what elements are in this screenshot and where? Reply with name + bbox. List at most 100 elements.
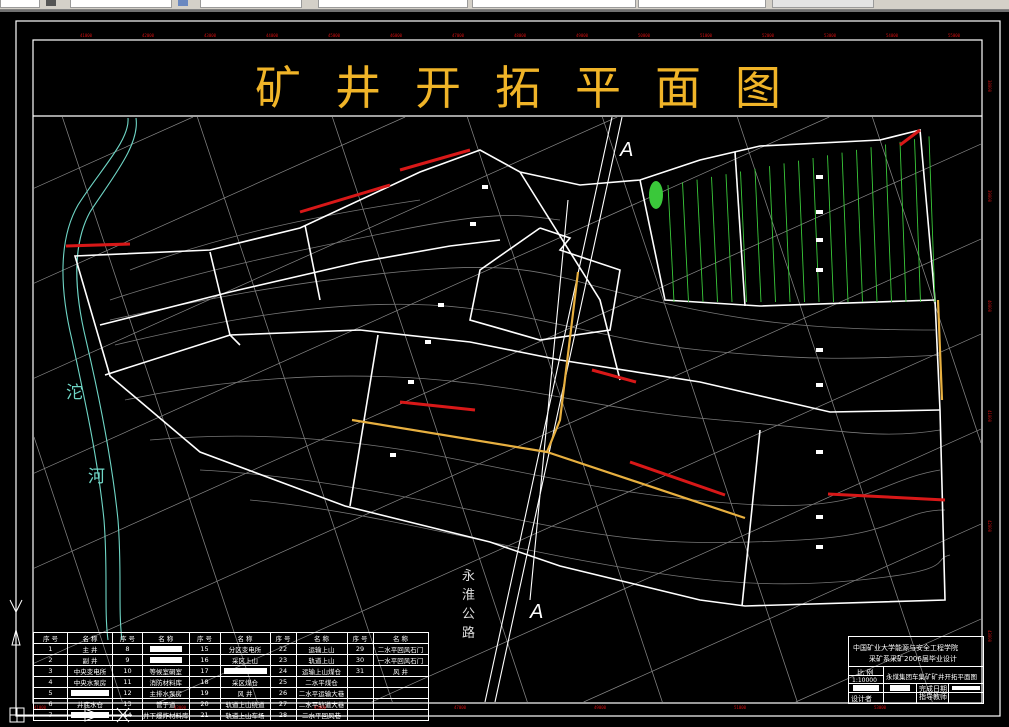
legend-header-no: 序 号: [189, 633, 220, 644]
legend-table: 序 号名 称序 号名 称序 号名 称序 号名 称序 号名 称1主 井815分区变…: [33, 632, 429, 721]
river-label: 沱: [66, 378, 83, 403]
legend-number: 27: [270, 699, 296, 710]
legend-header-name: 名 称: [296, 633, 347, 644]
coordinate-label: 49000: [594, 705, 606, 710]
legend-name-blank: [68, 710, 113, 721]
legend-number: 23: [270, 655, 296, 666]
green-block: [649, 181, 663, 209]
legend-name: 井底水仓: [68, 699, 113, 710]
panel-line: [755, 169, 761, 302]
legend-number: 4: [34, 677, 68, 688]
legend-name: 中央水泵房: [68, 677, 113, 688]
legend-number: 25: [270, 677, 296, 688]
section-mark-a-bottom: A: [530, 601, 543, 624]
panel-line: [857, 150, 863, 302]
grid-line: [62, 117, 257, 702]
title-block: 中国矿业大学能源与安全工程学院 采矿系采矿2006届毕业设计 比 例 1:100…: [848, 636, 984, 704]
linetype-dropdown[interactable]: [472, 0, 636, 8]
legend-row: 4中央水泵房11消防材料库18采区煤仓25二水平煤仓: [34, 677, 429, 688]
legend-name: 风 井: [220, 688, 270, 699]
legend-number: 7: [34, 710, 68, 721]
legend-row: 3中央变电所10等候室硐室1724运输上山煤仓31风 井: [34, 666, 429, 677]
plotstyle-dropdown[interactable]: [772, 0, 874, 8]
panel-line: [900, 142, 906, 302]
legend-name: 二水平煤仓: [296, 677, 347, 688]
grid-line: [332, 117, 527, 702]
coordinate-label: 43000: [174, 705, 186, 710]
panel-line: [929, 136, 935, 302]
coordinate-label: 50000: [638, 33, 650, 38]
legend-header-no: 序 号: [34, 633, 68, 644]
save-icon[interactable]: [46, 0, 56, 6]
legend-number: 19: [189, 688, 220, 699]
mining-panel-hatch: [668, 136, 935, 302]
legend-number: 10: [113, 666, 143, 677]
legend-number: [347, 710, 373, 721]
legend-name: [373, 677, 428, 688]
legend-header-name: 名 称: [68, 633, 113, 644]
layer-icon[interactable]: [178, 0, 188, 6]
lineweight-dropdown[interactable]: [638, 0, 766, 8]
panel-line: [842, 153, 848, 302]
legend-name: 中央变电所: [68, 666, 113, 677]
legend-number: [347, 677, 373, 688]
legend-number: 20: [189, 699, 220, 710]
coordinate-label: 51000: [700, 33, 712, 38]
coordinate-label: 41000: [987, 410, 992, 422]
drawing-title: 矿井开拓平面图: [255, 52, 815, 118]
legend-name-blank: [220, 666, 270, 677]
grid-line: [34, 117, 829, 473]
legend-number: 11: [113, 677, 143, 688]
legend-number: 2: [34, 655, 68, 666]
legend-number: 18: [189, 677, 220, 688]
highway-road: [485, 117, 622, 702]
toolbar-field[interactable]: [200, 0, 302, 8]
legend-row: 1主 井815分区变电所22运输上山29二水平回风石门: [34, 644, 429, 655]
color-dropdown[interactable]: [318, 0, 468, 8]
toolbar-field[interactable]: [0, 0, 40, 8]
coordinate-label: 45000: [328, 33, 340, 38]
coordinate-label: 39000: [987, 190, 992, 202]
legend-name: 轨道上山: [296, 655, 347, 666]
panel-line: [697, 180, 703, 302]
legend-name: 等候室硐室: [143, 666, 190, 677]
legend-name: [373, 699, 428, 710]
legend-name: 风 井: [373, 666, 428, 677]
legend-number: 26: [270, 688, 296, 699]
panel-line: [813, 158, 819, 302]
toolbar: [0, 0, 1009, 10]
class-name: 采矿系采矿2006届毕业设计: [869, 654, 957, 664]
legend-name: 轨道上山车场: [220, 710, 270, 721]
coordinate-label: 38000: [987, 80, 992, 92]
section-mark-a-top: A: [620, 139, 633, 162]
legend-number: 31: [347, 666, 373, 677]
panel-line: [770, 166, 776, 302]
designer-label: 设计者: [851, 694, 872, 704]
coordinate-label: 40000: [987, 300, 992, 312]
grid-line: [872, 117, 981, 443]
legend-row: 2副 井916采区上山23轨道上山30一水平回风石门: [34, 655, 429, 666]
legend-number: 15: [189, 644, 220, 655]
coordinate-label: 55000: [948, 33, 960, 38]
legend-row: 714井下爆炸材料库21轨道上山车场28二水平回风巷: [34, 710, 429, 721]
coordinate-label: 53000: [874, 705, 886, 710]
cad-drawing-canvas[interactable]: [0, 12, 1009, 727]
contour-lines: [110, 200, 950, 584]
coordinate-label: 48000: [514, 33, 526, 38]
panel-line: [712, 177, 718, 302]
coordinate-label: 45000: [314, 705, 326, 710]
legend-header-name: 名 称: [143, 633, 190, 644]
legend-number: 16: [189, 655, 220, 666]
legend-name-blank: [68, 688, 113, 699]
legend-name-blank: [143, 655, 190, 666]
legend-header-no: 序 号: [113, 633, 143, 644]
legend-number: 21: [189, 710, 220, 721]
panel-line: [784, 163, 790, 302]
layer-dropdown[interactable]: [70, 0, 172, 8]
legend-name: 运输上山: [296, 644, 347, 655]
legend-number: 12: [113, 688, 143, 699]
legend-number: 30: [347, 655, 373, 666]
grid-line: [34, 144, 981, 568]
legend-name: 二水平运输大巷: [296, 688, 347, 699]
grid-line: [737, 117, 932, 702]
